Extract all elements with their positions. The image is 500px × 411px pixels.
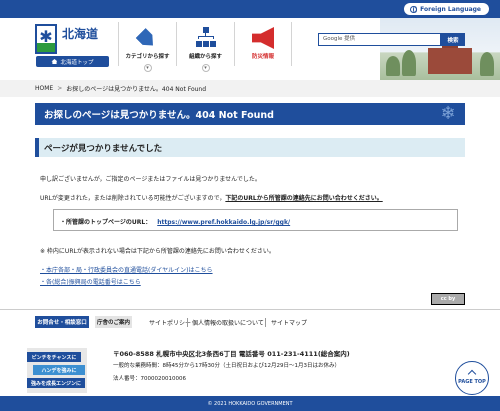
search-button[interactable]: 検索 <box>441 33 465 46</box>
nav-organization[interactable]: 組織から探す ▾ <box>176 22 234 72</box>
site-policy-link[interactable]: サイトポリシー <box>149 318 191 327</box>
message-line-2-underline: 下記のURLから所管課の連絡先にお問い合わせください。 <box>225 195 383 202</box>
message-line-2: URLが変更された，または削除されている可能性がございますので，下記のURLから… <box>40 193 383 202</box>
sitemap-link[interactable]: サイトマップ <box>271 318 307 327</box>
contact-button[interactable]: お問合せ・相談窓口 <box>35 316 89 328</box>
direct-phone-link[interactable]: ・本庁各部・局・行政委員会の直通電話(ダイヤルイン)はこちら <box>40 265 213 274</box>
home-icon <box>51 59 58 64</box>
arrow-up-icon <box>467 369 477 379</box>
chevron-down-icon[interactable]: ▾ <box>143 64 152 72</box>
department-url-box: ・所管課のトップページのURL： https://www.pref.hokkaid… <box>53 209 458 231</box>
creative-commons-badge[interactable]: cc by <box>431 293 465 305</box>
bureau-phone-link[interactable]: ・各(総合)振興局の電話番号はこちら <box>40 277 141 286</box>
department-url-link[interactable]: https://www.pref.hokkaido.lg.jp/sr/ggk/ <box>157 219 290 226</box>
global-nav: カテゴリから探す ▾ 組織から探す ▾ 防災情報 <box>118 22 292 72</box>
banner-line-1: ピンチをチャンスに <box>27 352 81 362</box>
page-top-label: PAGE TOP <box>458 379 486 385</box>
main-content: ページが見つかりませんでした 申し訳ございませんが，ご指定のページまたはファイル… <box>35 138 465 305</box>
nav-category[interactable]: カテゴリから探す ▾ <box>118 22 176 72</box>
banner-line-3: 強みを成長エンジンに <box>27 378 85 388</box>
banner-line-2: ハンデを強みに <box>33 365 85 375</box>
footer-address: 〒060-8588 札幌市中央区北3条西6丁目 電話番号 011-231-411… <box>113 350 350 358</box>
nav-disaster-label: 防災情報 <box>251 54 274 60</box>
bureau-phone-link-text[interactable]: 各(総合)振興局の電話番号はこちら <box>46 279 141 286</box>
search-input[interactable]: Google 提供 <box>318 33 441 46</box>
site-search: Google 提供 検索 <box>318 33 465 46</box>
snowflake-icon: ❄ <box>440 103 456 124</box>
building-guide-button[interactable]: 庁舎のご案内 <box>95 316 132 328</box>
logo-text[interactable]: 北海道 <box>62 25 98 42</box>
copyright: © 2021 HOKKAIDO GOVERNMENT <box>0 396 500 411</box>
page-top-button[interactable]: PAGE TOP <box>455 361 489 395</box>
star-icon: ✱ <box>39 27 53 46</box>
breadcrumb-separator: > <box>57 85 63 92</box>
message-line-2-prefix: URLが変更された，または削除されている可能性がございますので， <box>40 195 226 202</box>
footer-links: お問合せ・相談窓口 庁舎のご案内 サイトポリシー 個人情報の取扱いについて サイ… <box>0 309 500 331</box>
nav-organization-label: 組織から探す <box>188 54 222 60</box>
page-title-text: お探しのページは見つかりません。404 Not Found <box>44 110 274 121</box>
page-title: お探しのページは見つかりません。404 Not Found ❄ <box>35 103 465 125</box>
breadcrumb: HOME > お探しのページは見つかりません。404 Not Found <box>0 80 500 97</box>
tag-icon <box>135 26 160 51</box>
foreign-language-label: Foreign Language <box>420 5 481 13</box>
nav-disaster[interactable]: 防災情報 <box>234 22 292 66</box>
breadcrumb-current: お探しのページは見つかりません。404 Not Found <box>66 86 207 93</box>
org-chart-icon <box>195 27 217 49</box>
note-text: ※ 枠内にURLが表示されない場合は下記から所管課の連絡先にお問い合わせください… <box>40 248 275 255</box>
footer-hours: 一般的な業務時間：8時45分から17時30分（土日祝日および12月29日～1月3… <box>113 363 340 369</box>
globe-icon <box>410 5 418 13</box>
direct-phone-link-text[interactable]: 本庁各部・局・行政委員会の直通電話(ダイヤルイン)はこちら <box>46 267 213 274</box>
top-bar: Foreign Language <box>0 0 500 18</box>
hokkaido-logo[interactable]: ✱ <box>35 24 57 54</box>
nav-category-label: カテゴリから探す <box>125 54 170 60</box>
site-footer: ピンチをチャンスに ハンデを強みに 強みを成長エンジンに 〒060-8588 札… <box>0 341 500 396</box>
promo-banner[interactable]: ピンチをチャンスに ハンデを強みに 強みを成長エンジンに <box>27 348 87 393</box>
hokkaido-top-link[interactable]: 北海道トップ <box>36 56 109 67</box>
hokkaido-top-label: 北海道トップ <box>60 59 94 66</box>
message-line-1: 申し訳ございませんが，ご指定のページまたはファイルは見つかりませんでした。 <box>40 176 261 183</box>
section-heading: ページが見つかりませんでした <box>35 138 465 157</box>
department-url-label: 所管課のトップページのURL： <box>66 219 152 226</box>
breadcrumb-home[interactable]: HOME <box>35 85 53 92</box>
header-scenery-image <box>380 18 500 80</box>
footer-corporate-number: 法人番号：7000020010006 <box>113 376 186 382</box>
privacy-link[interactable]: 個人情報の取扱いについて <box>192 318 264 327</box>
megaphone-icon <box>252 27 274 49</box>
chevron-down-icon[interactable]: ▾ <box>201 64 210 72</box>
foreign-language-button[interactable]: Foreign Language <box>404 3 489 15</box>
